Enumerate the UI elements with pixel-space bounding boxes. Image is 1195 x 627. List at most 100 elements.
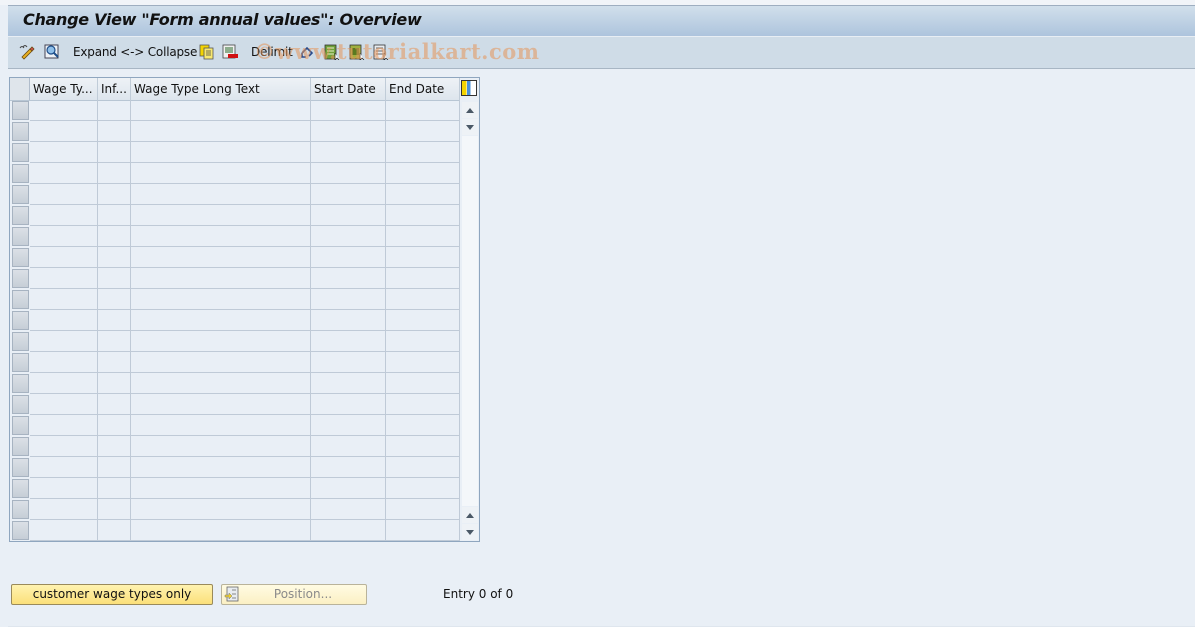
row-selector-button[interactable] bbox=[12, 290, 29, 309]
table-cell[interactable] bbox=[98, 289, 131, 310]
table-cell[interactable] bbox=[131, 184, 311, 205]
table-cell[interactable] bbox=[30, 289, 98, 310]
find-button[interactable] bbox=[44, 43, 60, 61]
row-selector-button[interactable] bbox=[12, 311, 29, 330]
table-cell[interactable] bbox=[386, 310, 460, 331]
table-cell[interactable] bbox=[30, 184, 98, 205]
row-selector-button[interactable] bbox=[12, 269, 29, 288]
table-cell[interactable] bbox=[311, 415, 386, 436]
table-cell[interactable] bbox=[386, 226, 460, 247]
table-cell[interactable] bbox=[311, 142, 386, 163]
table-cell[interactable] bbox=[386, 436, 460, 457]
column-header-long-text[interactable]: Wage Type Long Text bbox=[131, 78, 311, 100]
table-cell[interactable] bbox=[131, 352, 311, 373]
table-cell[interactable] bbox=[386, 373, 460, 394]
table-cell[interactable] bbox=[386, 415, 460, 436]
table-cell[interactable] bbox=[30, 268, 98, 289]
row-selector-button[interactable] bbox=[12, 458, 29, 477]
table-cell[interactable] bbox=[30, 121, 98, 142]
table-cell[interactable] bbox=[30, 163, 98, 184]
table-cell[interactable] bbox=[311, 121, 386, 142]
table-cell[interactable] bbox=[30, 331, 98, 352]
table-cell[interactable] bbox=[98, 226, 131, 247]
table-cell[interactable] bbox=[131, 121, 311, 142]
table-cell[interactable] bbox=[311, 184, 386, 205]
table-cell[interactable] bbox=[311, 394, 386, 415]
table-cell[interactable] bbox=[386, 163, 460, 184]
table-cell[interactable] bbox=[131, 394, 311, 415]
row-selector-button[interactable] bbox=[12, 185, 29, 204]
table-cell[interactable] bbox=[386, 268, 460, 289]
vertical-scrollbar[interactable] bbox=[461, 100, 479, 541]
select-all-button[interactable] bbox=[324, 43, 340, 61]
table-cell[interactable] bbox=[311, 289, 386, 310]
customer-wage-types-only-button[interactable]: customer wage types only bbox=[11, 584, 213, 605]
table-cell[interactable] bbox=[386, 352, 460, 373]
table-cell[interactable] bbox=[98, 457, 131, 478]
table-cell[interactable] bbox=[30, 310, 98, 331]
table-cell[interactable] bbox=[386, 205, 460, 226]
delete-button[interactable] bbox=[222, 43, 238, 61]
table-cell[interactable] bbox=[98, 499, 131, 520]
table-cell[interactable] bbox=[98, 184, 131, 205]
scroll-page-up-button[interactable] bbox=[462, 102, 478, 118]
table-settings-icon[interactable] bbox=[461, 80, 477, 96]
expand-collapse-button[interactable]: Expand <-> Collapse bbox=[73, 43, 197, 61]
table-cell[interactable] bbox=[311, 268, 386, 289]
table-cell[interactable] bbox=[98, 520, 131, 541]
row-selector-button[interactable] bbox=[12, 164, 29, 183]
column-header-wage-type[interactable]: Wage Ty... bbox=[30, 78, 98, 100]
column-header-start-date[interactable]: Start Date bbox=[311, 78, 386, 100]
table-cell[interactable] bbox=[311, 499, 386, 520]
position-button[interactable]: Position... bbox=[221, 584, 367, 605]
table-cell[interactable] bbox=[131, 247, 311, 268]
table-cell[interactable] bbox=[386, 100, 460, 121]
table-cell[interactable] bbox=[30, 205, 98, 226]
table-cell[interactable] bbox=[386, 142, 460, 163]
table-cell[interactable] bbox=[311, 352, 386, 373]
table-cell[interactable] bbox=[386, 121, 460, 142]
display-change-button[interactable] bbox=[19, 43, 35, 61]
row-selector-button[interactable] bbox=[12, 248, 29, 267]
table-cell[interactable] bbox=[131, 289, 311, 310]
table-cell[interactable] bbox=[131, 310, 311, 331]
table-cell[interactable] bbox=[98, 247, 131, 268]
deselect-all-button[interactable] bbox=[373, 43, 389, 61]
table-cell[interactable] bbox=[311, 436, 386, 457]
table-cell[interactable] bbox=[98, 394, 131, 415]
table-cell[interactable] bbox=[386, 184, 460, 205]
table-cell[interactable] bbox=[98, 310, 131, 331]
table-cell[interactable] bbox=[386, 478, 460, 499]
table-cell[interactable] bbox=[30, 142, 98, 163]
row-selector-button[interactable] bbox=[12, 353, 29, 372]
table-cell[interactable] bbox=[30, 100, 98, 121]
table-cell[interactable] bbox=[98, 436, 131, 457]
table-cell[interactable] bbox=[131, 205, 311, 226]
table-cell[interactable] bbox=[311, 457, 386, 478]
table-cell[interactable] bbox=[386, 394, 460, 415]
table-cell[interactable] bbox=[311, 100, 386, 121]
table-cell[interactable] bbox=[311, 373, 386, 394]
row-selector-button[interactable] bbox=[12, 143, 29, 162]
table-cell[interactable] bbox=[131, 331, 311, 352]
table-cell[interactable] bbox=[98, 100, 131, 121]
table-cell[interactable] bbox=[311, 478, 386, 499]
row-selector-button[interactable] bbox=[12, 500, 29, 519]
table-cell[interactable] bbox=[98, 331, 131, 352]
table-cell[interactable] bbox=[30, 478, 98, 499]
table-cell[interactable] bbox=[386, 289, 460, 310]
table-cell[interactable] bbox=[98, 121, 131, 142]
row-selector-button[interactable] bbox=[12, 416, 29, 435]
table-cell[interactable] bbox=[30, 373, 98, 394]
table-cell[interactable] bbox=[311, 163, 386, 184]
row-selector-button[interactable] bbox=[12, 521, 29, 540]
scroll-down-button[interactable] bbox=[462, 507, 478, 523]
table-cell[interactable] bbox=[131, 226, 311, 247]
row-selector-button[interactable] bbox=[12, 122, 29, 141]
table-cell[interactable] bbox=[98, 205, 131, 226]
table-cell[interactable] bbox=[30, 352, 98, 373]
table-cell[interactable] bbox=[98, 352, 131, 373]
table-cell[interactable] bbox=[311, 520, 386, 541]
table-cell[interactable] bbox=[131, 268, 311, 289]
table-cell[interactable] bbox=[131, 457, 311, 478]
